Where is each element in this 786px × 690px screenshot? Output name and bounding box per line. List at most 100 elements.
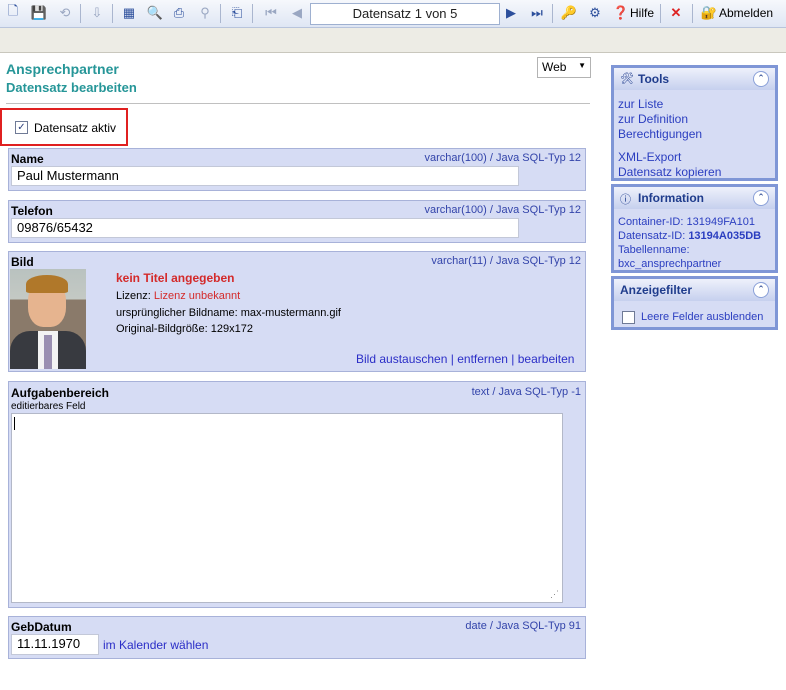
last-record-icon[interactable]: ⏭ — [528, 4, 546, 22]
field-label-phone: Telefon — [11, 204, 53, 218]
preview-icon[interactable]: 🔍 — [146, 4, 164, 22]
sidebar-link-definition[interactable]: zur Definition — [618, 112, 688, 126]
key-logout-icon: 🔐 — [700, 5, 718, 20]
edit-image-link[interactable]: bearbeiten — [518, 352, 575, 366]
print-icon[interactable]: ⎙ — [170, 4, 188, 22]
first-record-icon[interactable]: ⏮ — [262, 4, 280, 22]
collapse-icon[interactable]: ⌃ — [753, 190, 769, 206]
filter-panel-header[interactable]: Anzeigefilter ⌃ — [614, 279, 775, 301]
name-input[interactable]: Paul Mustermann — [11, 166, 519, 186]
calendar-link[interactable]: im Kalender wählen — [103, 638, 208, 652]
toolbar-separator — [220, 4, 221, 23]
replace-image-link[interactable]: Bild austauschen — [356, 352, 447, 366]
tools-title: Tools — [638, 72, 670, 86]
delete-icon[interactable]: ✕ — [667, 4, 685, 22]
sidebar-link-list[interactable]: zur Liste — [618, 97, 663, 111]
toolbar-separator — [692, 4, 693, 23]
image-original-name: ursprünglicher Bildname: max-mustermann.… — [116, 307, 341, 319]
divider — [6, 103, 590, 104]
previous-record-icon[interactable]: ◀ — [288, 4, 306, 22]
field-label-image: Bild — [11, 255, 34, 269]
view-select[interactable]: Web ▼ — [537, 57, 591, 78]
key-icon[interactable]: 🔑 — [560, 4, 578, 22]
next-record-icon[interactable]: ▶ — [502, 4, 520, 22]
new-document-icon[interactable]: 🗋 — [4, 3, 22, 22]
help-button[interactable]: ❓ Hilfe — [610, 2, 658, 24]
save-icon[interactable]: 💾 — [30, 4, 48, 22]
toolbar-separator — [252, 4, 253, 23]
xml-icon[interactable]: ⎗ — [228, 4, 246, 22]
hide-empty-label: Leere Felder ausblenden — [641, 311, 764, 323]
page-subtitle: Datensatz bearbeiten — [6, 80, 137, 95]
image-license: Lizenz: Lizenz unbekannt — [116, 290, 240, 302]
view-select-value: Web — [542, 60, 567, 74]
active-checkbox[interactable]: ✓ — [15, 121, 28, 134]
table-name-label: Tabellenname: — [618, 244, 690, 256]
sidebar-link-copy-record[interactable]: Datensatz kopieren — [618, 165, 721, 179]
hide-empty-checkbox[interactable] — [622, 311, 635, 324]
collapse-icon[interactable]: ⌃ — [753, 282, 769, 298]
field-label-birthday: GebDatum — [11, 620, 72, 634]
image-license-value: Lizenz unbekannt — [153, 290, 241, 302]
field-type-tasks: text / Java SQL-Typ -1 — [471, 386, 581, 398]
info-title: Information — [638, 191, 704, 205]
image-actions: Bild austauschen | entfernen | bearbeite… — [356, 352, 780, 366]
toolbar-separator — [112, 4, 113, 23]
settings-gear-icon[interactable]: ⚙ — [586, 4, 604, 22]
field-type-name: varchar(100) / Java SQL-Typ 12 — [424, 152, 581, 164]
chevron-down-icon: ▼ — [578, 61, 586, 70]
filter-title: Anzeigefilter — [620, 283, 693, 297]
record-id-row: Datensatz-ID: 13194A035DB — [618, 230, 761, 242]
collapse-icon[interactable]: ⌃ — [753, 71, 769, 87]
record-id-value: 13194A035DB — [688, 230, 762, 242]
help-icon: ❓ — [612, 5, 630, 20]
logout-label: Abmelden — [719, 6, 774, 20]
logout-button[interactable]: 🔐 Abmelden — [698, 2, 774, 24]
text-caret — [14, 417, 15, 430]
record-counter: Datensatz 1 von 5 — [310, 3, 500, 25]
tools-panel-header[interactable]: 🛠 Tools ⌃ — [614, 68, 775, 90]
field-type-image: varchar(11) / Java SQL-Typ 12 — [431, 255, 581, 267]
image-license-prefix: Lizenz: — [116, 290, 151, 302]
phone-input[interactable]: 09876/65432 — [11, 218, 519, 238]
record-id-label: Datensatz-ID: — [618, 230, 686, 242]
photo-hair — [26, 275, 68, 293]
save-as-icon[interactable]: ⟲ — [56, 4, 74, 22]
field-type-birthday: date / Java SQL-Typ 91 — [465, 620, 581, 632]
toolbar: 🗋 💾 ⟲ ⇩ ▦ 🔍 ⎙ ⚲ ⎗ ⏮ ◀ Datensatz 1 von 5 … — [0, 0, 786, 28]
toolbar-separator — [660, 4, 661, 23]
field-label-tasks: Aufgabenbereich — [11, 386, 110, 400]
info-icon: ⓘ — [620, 194, 631, 206]
image-original-size: Original-Bildgröße: 129x172 — [116, 323, 253, 335]
sidebar-link-permissions[interactable]: Berechtigungen — [618, 127, 702, 141]
page-title: Ansprechpartner — [6, 61, 119, 77]
container-id-row: Container-ID: 131949FA101 — [618, 216, 755, 228]
field-label-name: Name — [11, 152, 44, 166]
resize-grip-icon[interactable]: ⋰ — [550, 589, 559, 600]
container-id-value: 131949FA101 — [686, 216, 755, 228]
table-view-icon[interactable]: ▦ — [120, 4, 138, 22]
info-panel: ⓘ Information ⌃ Container-ID: 131949FA10… — [611, 184, 778, 273]
tools-panel: 🛠 Tools ⌃ zur Liste zur Definition Berec… — [611, 65, 778, 181]
link-separator: | — [511, 352, 515, 366]
field-type-phone: varchar(100) / Java SQL-Typ 12 — [424, 204, 581, 216]
table-name-value: bxc_ansprechpartner — [618, 258, 722, 270]
secondary-bar — [0, 28, 786, 53]
toolbar-separator — [80, 4, 81, 23]
tasks-hint: editierbares Feld — [11, 401, 86, 412]
tasks-textarea[interactable]: ⋰ — [11, 413, 563, 603]
active-checkbox-label: Datensatz aktiv — [34, 121, 117, 135]
find-icon[interactable]: ⚲ — [196, 4, 214, 22]
photo-tie — [44, 335, 52, 369]
container-id-label: Container-ID: — [618, 216, 684, 228]
export-icon[interactable]: ⇩ — [88, 4, 106, 22]
contact-photo — [10, 269, 86, 369]
sidebar-link-xml-export[interactable]: XML-Export — [618, 150, 681, 164]
image-no-title: kein Titel angegeben — [116, 271, 235, 285]
birthday-input[interactable]: 11.11.1970 — [11, 634, 99, 655]
filter-panel: Anzeigefilter ⌃ Leere Felder ausblenden — [611, 276, 778, 330]
remove-image-link[interactable]: entfernen — [457, 352, 508, 366]
toolbar-separator — [552, 4, 553, 23]
info-panel-header[interactable]: ⓘ Information ⌃ — [614, 187, 775, 209]
link-separator: | — [450, 352, 454, 366]
